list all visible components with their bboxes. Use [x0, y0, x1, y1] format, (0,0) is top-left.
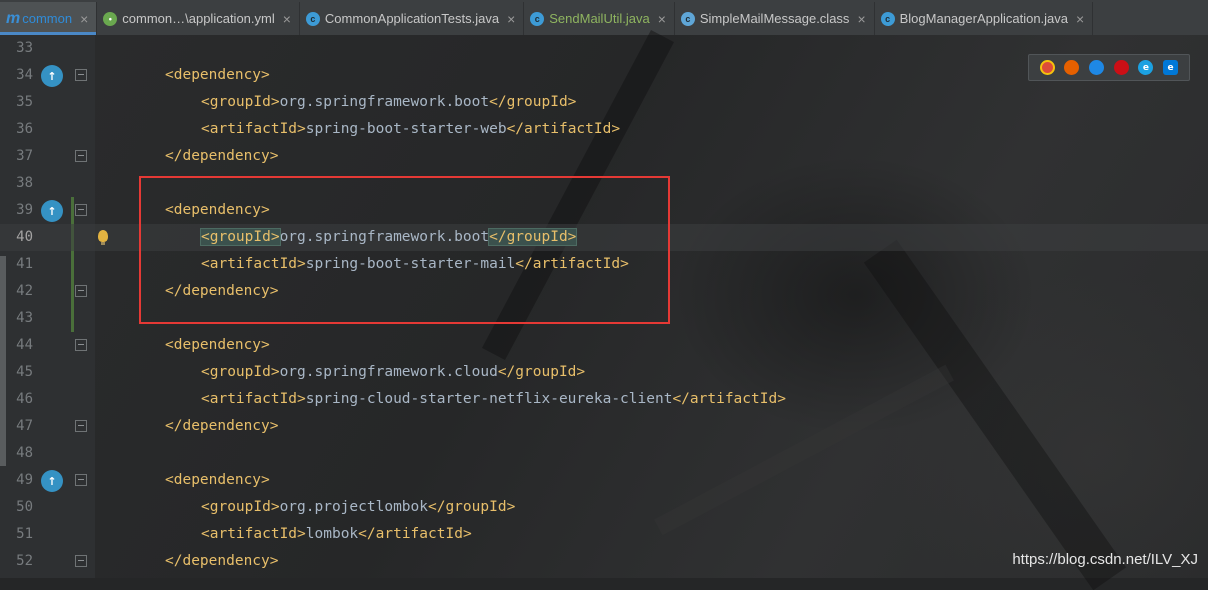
line-number: 33 — [16, 40, 33, 56]
fold-icon[interactable] — [75, 474, 87, 486]
close-icon[interactable]: × — [283, 11, 291, 27]
line-number: 47 — [16, 418, 33, 434]
close-icon[interactable]: × — [857, 11, 865, 27]
code-line[interactable]: 37 </dependency> — [0, 143, 1208, 170]
code-text: <artifactId>lombok</artifactId> — [201, 526, 472, 542]
watermark-text: https://blog.csdn.net/ILV_XJ — [1012, 551, 1198, 568]
editor-tab-bar: m common × • common…\application.yml × c… — [0, 0, 1208, 36]
run-gutter-icon[interactable]: ↑ — [41, 65, 63, 87]
run-gutter-icon[interactable]: ↑ — [41, 470, 63, 492]
close-icon[interactable]: × — [658, 11, 666, 27]
line-number: 35 — [16, 94, 33, 110]
line-number: 48 — [16, 445, 33, 461]
open-in-browser-toolbar: e e — [1028, 54, 1190, 81]
code-text: </dependency> — [165, 148, 279, 164]
fold-icon[interactable] — [75, 204, 87, 216]
tab-label: SimpleMailMessage.class — [699, 11, 850, 26]
code-text: <groupId>org.springframework.boot</group… — [201, 94, 577, 110]
code-text: <artifactId>spring-cloud-starter-netflix… — [201, 391, 786, 407]
spring-leaf-icon: • — [103, 11, 118, 26]
code-text: <dependency> — [165, 337, 270, 353]
code-text: <artifactId>spring-boot-starter-web</art… — [201, 121, 621, 137]
fold-icon[interactable] — [75, 285, 87, 297]
tab-common-application-tests[interactable]: c CommonApplicationTests.java × — [300, 2, 525, 35]
code-line[interactable]: 33 — [0, 35, 1208, 62]
safari-icon[interactable] — [1089, 60, 1105, 75]
fold-icon[interactable] — [75, 420, 87, 432]
code-line[interactable]: 50 <groupId>org.projectlombok</groupId> — [0, 494, 1208, 521]
ie-icon[interactable]: e — [1138, 60, 1154, 75]
line-number: 52 — [16, 553, 33, 569]
code-line[interactable]: 47 </dependency> — [0, 413, 1208, 440]
code-line[interactable]: 36 <artifactId>spring-boot-starter-web</… — [0, 116, 1208, 143]
tab-application-yml[interactable]: • common…\application.yml × — [97, 2, 300, 35]
close-icon[interactable]: × — [507, 11, 515, 27]
line-number: 42 — [16, 283, 33, 299]
tab-label: common — [22, 11, 73, 26]
code-line[interactable]: 45 <groupId>org.springframework.cloud</g… — [0, 359, 1208, 386]
line-number: 41 — [16, 256, 33, 272]
line-number: 36 — [16, 121, 33, 137]
edge-icon[interactable]: e — [1163, 60, 1179, 75]
tab-label: common…\application.yml — [122, 11, 275, 26]
code-line[interactable]: 48 — [0, 440, 1208, 467]
code-line[interactable]: 49 ↑ <dependency> — [0, 467, 1208, 494]
line-number: 46 — [16, 391, 33, 407]
line-number: 45 — [16, 364, 33, 380]
fold-icon[interactable] — [75, 150, 87, 162]
class-icon: c — [305, 11, 320, 26]
code-text: <dependency> — [165, 472, 270, 488]
code-line[interactable]: 46 <artifactId>spring-cloud-starter-netf… — [0, 386, 1208, 413]
line-number: 37 — [16, 148, 33, 164]
line-number: 50 — [16, 499, 33, 515]
fold-icon[interactable] — [75, 555, 87, 567]
line-number: 40 — [16, 229, 33, 245]
line-number: 43 — [16, 310, 33, 326]
fold-icon[interactable] — [75, 69, 87, 81]
line-number: 49 — [16, 472, 33, 488]
run-gutter-icon[interactable]: ↑ — [41, 200, 63, 222]
code-text: <groupId>org.projectlombok</groupId> — [201, 499, 516, 515]
code-line[interactable]: 35 <groupId>org.springframework.boot</gr… — [0, 89, 1208, 116]
line-number: 51 — [16, 526, 33, 542]
chrome-icon[interactable] — [1039, 60, 1055, 75]
maven-icon: m — [6, 9, 21, 27]
code-editor[interactable]: 33 34 ↑ <dependency> 35 <groupId>org.spr… — [0, 29, 1208, 590]
tab-label: CommonApplicationTests.java — [324, 11, 500, 26]
code-text: </dependency> — [165, 553, 279, 569]
firefox-icon[interactable] — [1064, 60, 1080, 75]
tab-common[interactable]: m common × — [0, 2, 98, 35]
close-icon[interactable]: × — [80, 11, 88, 27]
code-line[interactable]: 51 <artifactId>lombok</artifactId> — [0, 521, 1208, 548]
close-icon[interactable]: × — [1076, 11, 1084, 27]
line-number: 38 — [16, 175, 33, 191]
class-icon: c — [880, 11, 895, 26]
highlight-annotation-box — [139, 176, 670, 324]
code-line[interactable]: 34 ↑ <dependency> — [0, 62, 1208, 89]
fold-icon[interactable] — [75, 339, 87, 351]
line-number: 39 — [16, 202, 33, 218]
tab-simple-mail-message[interactable]: c SimpleMailMessage.class × — [675, 2, 875, 35]
lightbulb-icon[interactable] — [98, 230, 108, 245]
code-text: </dependency> — [165, 418, 279, 434]
code-text: <groupId>org.springframework.cloud</grou… — [201, 364, 586, 380]
class-file-icon: c — [680, 11, 695, 26]
tab-label: SendMailUtil.java — [549, 11, 650, 26]
line-number: 34 — [16, 67, 33, 83]
tab-label: BlogManagerApplication.java — [899, 11, 1069, 26]
class-icon: c — [530, 11, 545, 26]
code-text: <dependency> — [165, 67, 270, 83]
code-line[interactable]: 44 <dependency> — [0, 332, 1208, 359]
tab-blog-manager-application[interactable]: c BlogManagerApplication.java × — [875, 2, 1094, 35]
line-number: 44 — [16, 337, 33, 353]
opera-icon[interactable] — [1113, 60, 1129, 75]
